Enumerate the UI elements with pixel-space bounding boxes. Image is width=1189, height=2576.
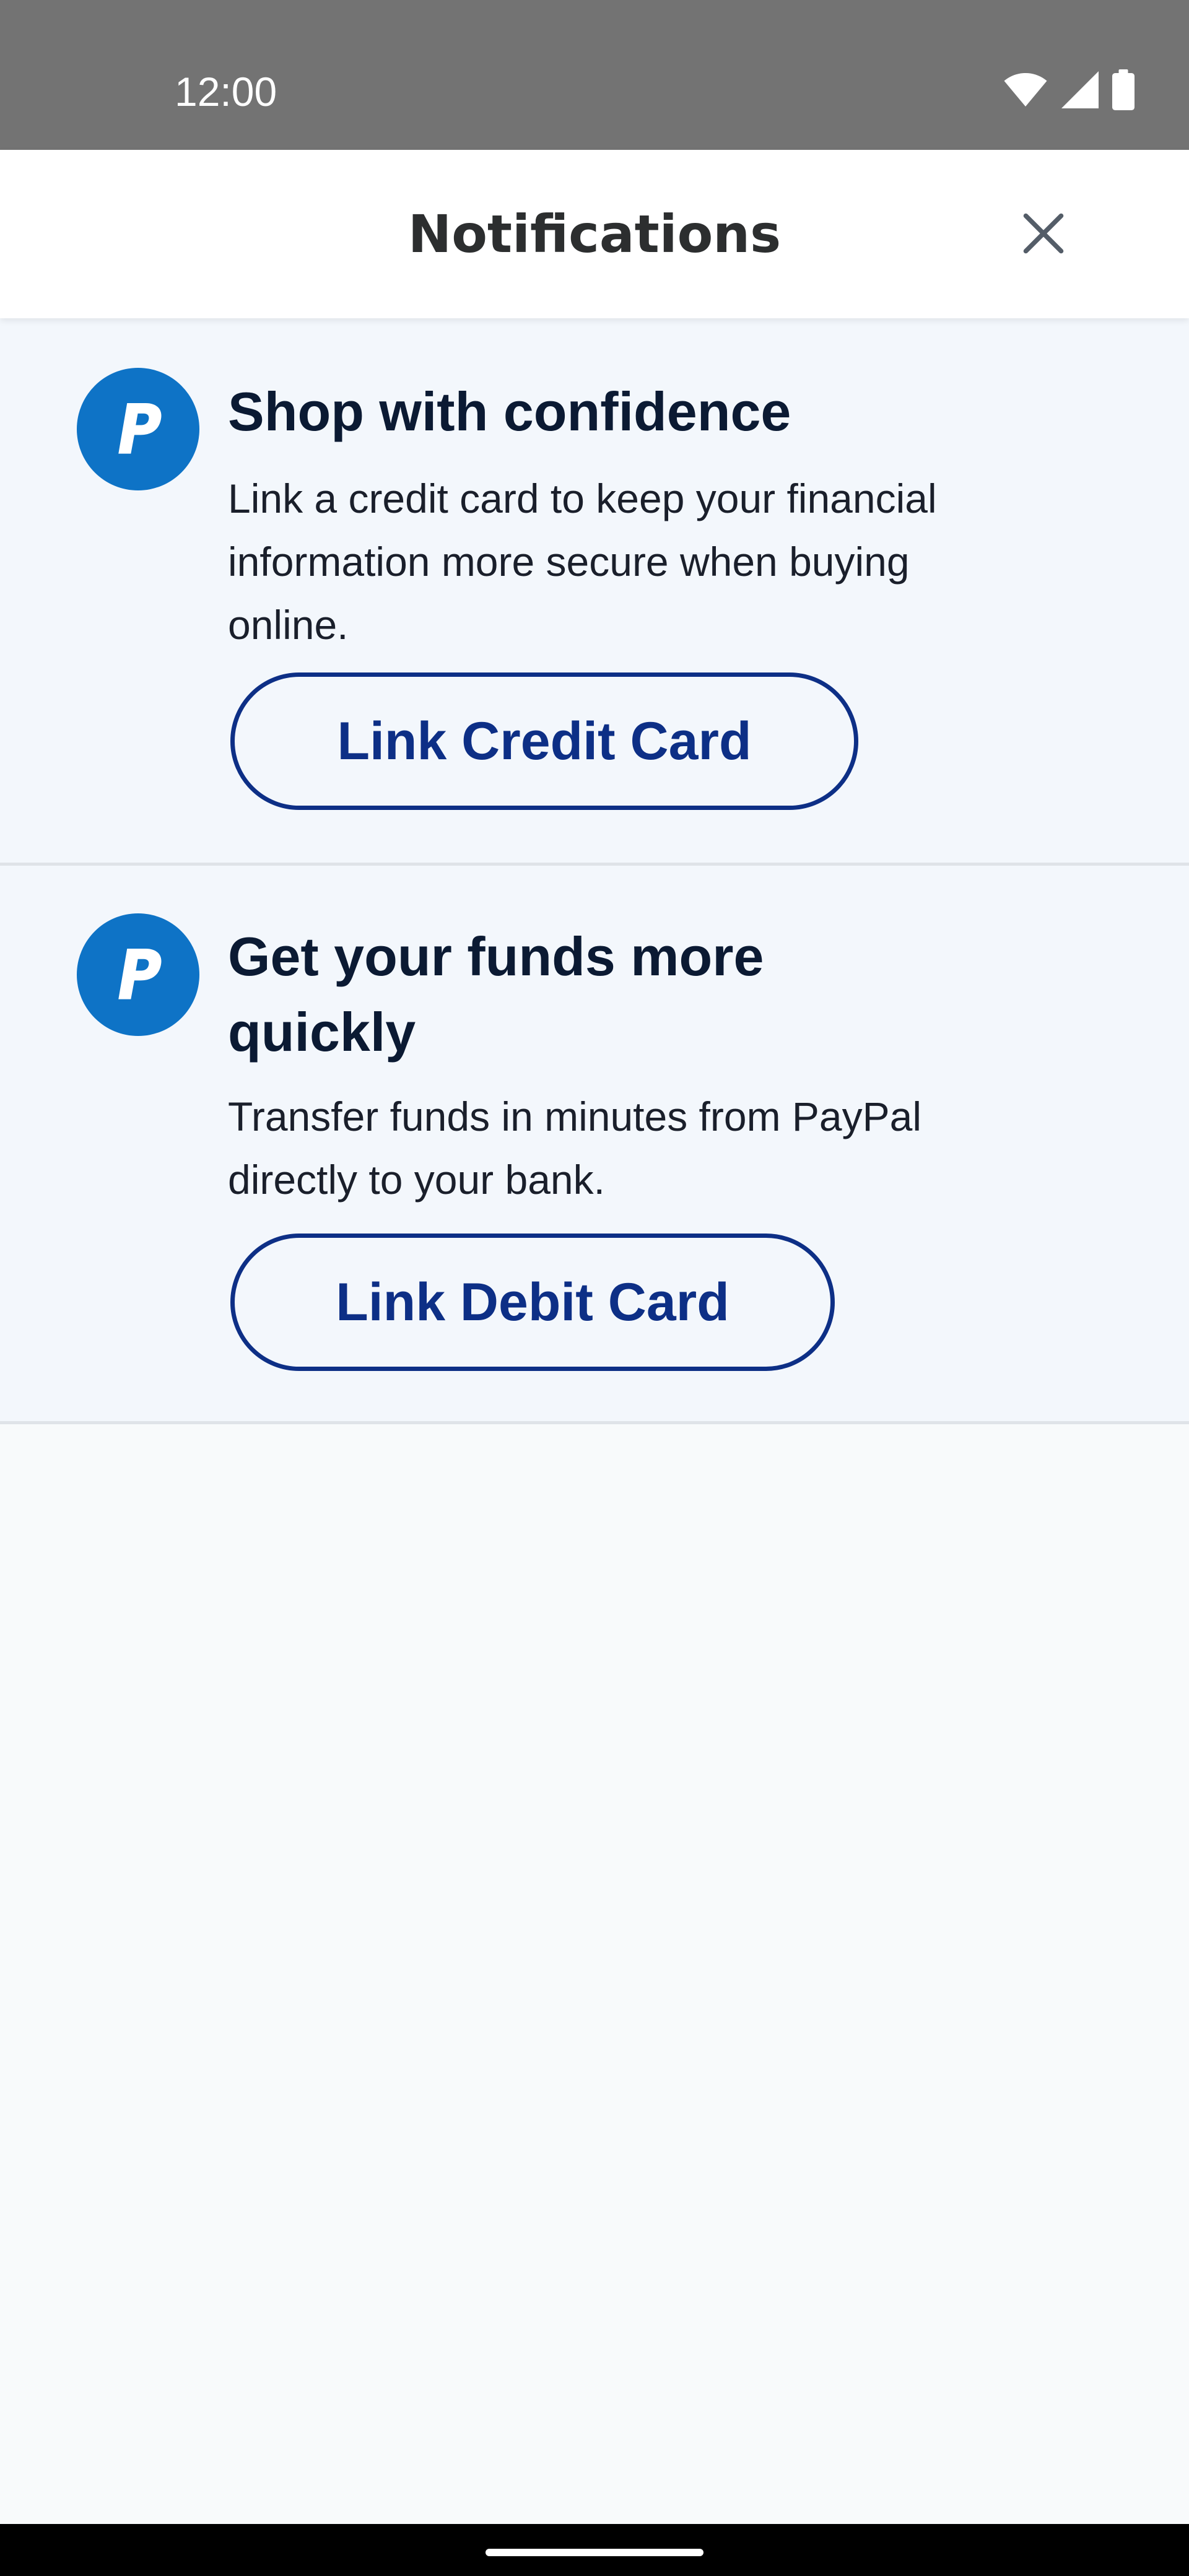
close-button[interactable] bbox=[1009, 201, 1078, 269]
link-debit-card-button[interactable]: Link Debit Card bbox=[230, 1234, 835, 1371]
link-credit-card-button[interactable]: Link Credit Card bbox=[230, 672, 858, 810]
notification-card-debit: Get your funds more quickly Transfer fun… bbox=[0, 866, 1189, 1424]
notification-title: Shop with confidence bbox=[228, 381, 791, 442]
notification-title: Get your funds more quickly bbox=[228, 926, 764, 1063]
status-time: 12:00 bbox=[175, 69, 277, 115]
notification-body: Transfer funds in minutes from PayPal di… bbox=[228, 1094, 922, 1203]
close-icon bbox=[1020, 210, 1067, 260]
navigation-bar bbox=[0, 2524, 1189, 2576]
cellular-signal-icon bbox=[1061, 71, 1099, 111]
status-bar: 12:00 bbox=[0, 0, 1189, 150]
notification-body: Link a credit card to keep your financia… bbox=[228, 476, 937, 648]
paypal-logo-icon bbox=[77, 368, 199, 490]
paypal-logo-icon bbox=[77, 913, 199, 1036]
notification-card-credit: Shop with confidence Link a credit card … bbox=[0, 318, 1189, 866]
header: Notifications bbox=[0, 150, 1189, 318]
wifi-icon bbox=[1003, 71, 1048, 111]
home-gesture-handle[interactable] bbox=[486, 2549, 703, 2556]
status-icons bbox=[1003, 69, 1135, 113]
battery-icon bbox=[1112, 69, 1135, 113]
